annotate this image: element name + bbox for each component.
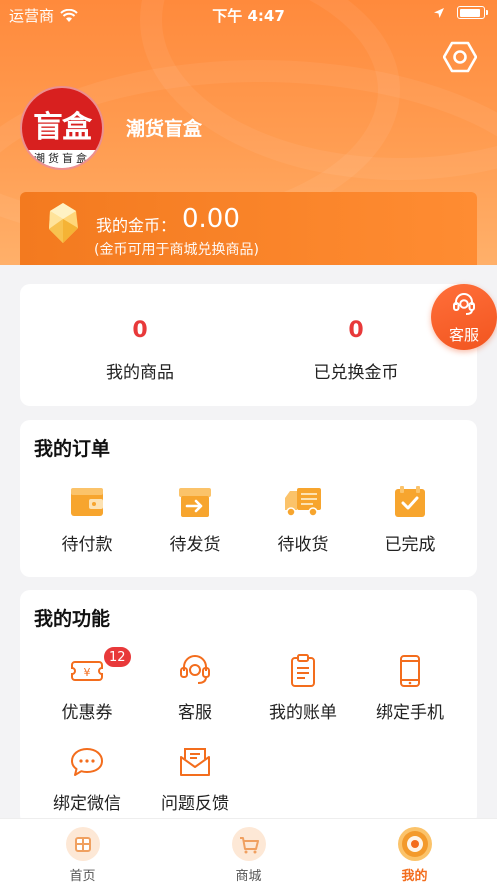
tab-bar: 首页 商城 我的	[0, 818, 497, 883]
feedback-icon	[180, 748, 210, 776]
func-feedback[interactable]: 问题反馈	[138, 745, 252, 814]
coin-label: 我的金币：	[96, 216, 177, 235]
avatar-logo-subtext: 潮货盲盒	[22, 150, 102, 168]
functions-title: 我的功能	[34, 608, 111, 630]
battery-icon	[457, 6, 488, 19]
coin-note: (金币可用于商城兑换商品)	[94, 242, 259, 258]
tab-mine[interactable]: 我的	[332, 827, 497, 883]
orders-title: 我的订单	[34, 438, 111, 460]
stats-card: 0 我的商品 0 已兑换金币	[20, 284, 477, 406]
order-label: 待收货	[277, 535, 329, 555]
order-label: 待付款	[61, 535, 113, 555]
status-bar: 运营商 下午 4:47	[0, 0, 497, 30]
coin-value: 0.00	[182, 204, 240, 234]
phone-icon	[400, 655, 420, 687]
settings-hexagon-icon	[442, 41, 478, 73]
svg-text:¥: ¥	[84, 666, 91, 679]
order-pending-shipment[interactable]: 待发货	[138, 484, 252, 555]
customer-service-float-button[interactable]: 客服	[431, 284, 497, 350]
username: 潮货盲盒	[126, 118, 203, 140]
stat-value: 0	[132, 318, 148, 343]
order-label: 待发货	[169, 535, 221, 555]
avatar[interactable]: 盲盒 潮货盲盒	[20, 86, 104, 170]
order-label: 已完成	[384, 535, 436, 555]
chat-bubble-icon	[71, 748, 103, 776]
tab-label: 商城	[235, 869, 262, 883]
location-icon	[434, 7, 444, 18]
headset-icon	[453, 293, 475, 315]
home-icon	[65, 827, 100, 861]
functions-card: 我的功能 ¥ 12 优惠券 客服 我的账单 绑定手机 绑定微信 问题反馈	[20, 590, 477, 825]
function-label: 问题反馈	[161, 794, 229, 814]
clock: 下午 4:47	[212, 7, 285, 25]
completed-box-icon	[395, 486, 425, 517]
tab-label: 首页	[69, 869, 96, 883]
settings-button[interactable]	[442, 40, 478, 74]
truck-icon	[285, 488, 321, 517]
coupon-icon: ¥	[71, 661, 103, 681]
func-bind-phone[interactable]: 绑定手机	[353, 654, 467, 723]
function-label: 我的账单	[269, 703, 337, 723]
function-label: 优惠券	[61, 703, 113, 723]
tab-label: 我的	[401, 869, 428, 883]
function-label: 绑定手机	[376, 703, 444, 723]
stat-label: 我的商品	[106, 363, 174, 383]
status-indicators	[433, 6, 488, 19]
bill-icon	[291, 654, 315, 687]
tab-home[interactable]: 首页	[0, 827, 165, 883]
wallet-icon	[71, 488, 103, 516]
coupon-count-badge: 12	[103, 646, 132, 668]
order-pending-payment[interactable]: 待付款	[30, 484, 144, 555]
order-completed[interactable]: 已完成	[353, 484, 467, 555]
orders-card: 我的订单 待付款 待发货 待收货 已完成	[20, 420, 477, 577]
stat-my-products[interactable]: 0 我的商品	[26, 284, 254, 406]
gold-gem-icon	[49, 203, 78, 243]
tab-mall[interactable]: 商城	[166, 827, 331, 883]
func-bind-wechat[interactable]: 绑定微信	[30, 745, 144, 814]
function-label: 绑定微信	[53, 794, 121, 814]
box-arrow-icon	[179, 488, 211, 517]
function-label: 客服	[178, 703, 212, 723]
cart-icon	[231, 827, 266, 861]
customer-service-float-label: 客服	[448, 326, 479, 344]
profile-icon	[397, 827, 432, 861]
func-my-bills[interactable]: 我的账单	[246, 654, 360, 723]
func-coupons[interactable]: ¥ 12 优惠券	[30, 646, 144, 723]
stat-label: 已兑换金币	[313, 363, 399, 383]
coin-card: 我的金币： 0.00 (金币可用于商城兑换商品)	[20, 192, 477, 265]
headset-icon	[180, 655, 210, 684]
func-customer-service[interactable]: 客服	[138, 654, 252, 723]
avatar-logo-text: 盲盒	[33, 110, 92, 145]
order-pending-receipt[interactable]: 待收货	[246, 484, 360, 555]
